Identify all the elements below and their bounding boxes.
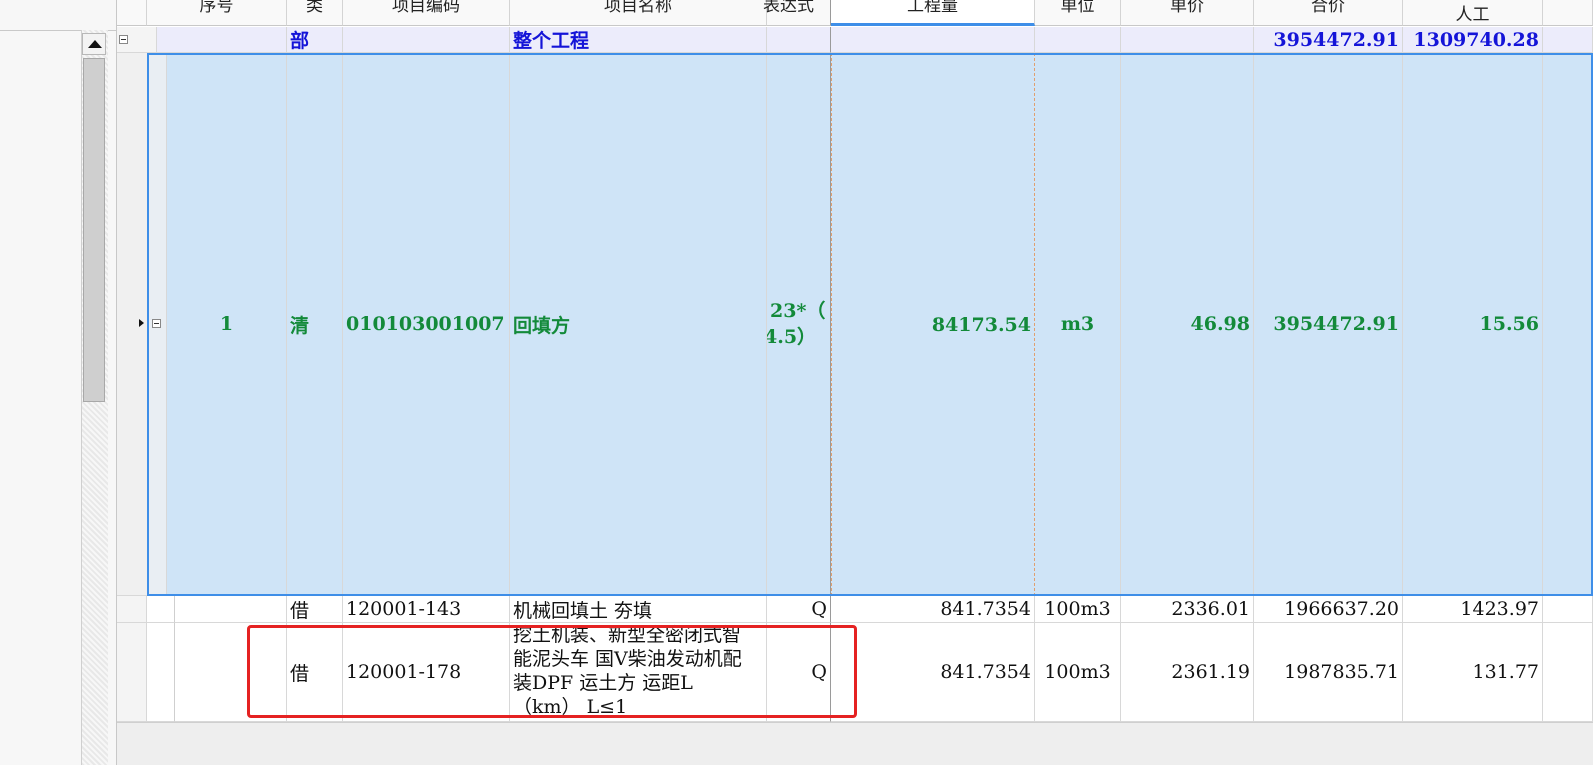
header-seq[interactable]: 序号 bbox=[147, 0, 287, 26]
table-row-sub1[interactable]: 借 120001-143 机械回填土 夯填 Q 841.7354 100m3 2… bbox=[117, 596, 1593, 623]
cell-name-text: 挖土机装、新型全密闭式智能泥头车 国Ⅴ柴油发动机配装DPF 运土方 运距L（km… bbox=[513, 624, 742, 718]
header-corner bbox=[117, 0, 147, 26]
header-labor-label: 人工 bbox=[1455, 5, 1490, 25]
header-expr-label: 表达式 bbox=[763, 0, 814, 16]
cell-seq bbox=[175, 623, 287, 722]
scroll-thumb[interactable] bbox=[83, 58, 105, 402]
left-scrollbar[interactable] bbox=[81, 30, 108, 765]
header-labor[interactable]: 人工 bbox=[1403, 0, 1543, 26]
cell-unit bbox=[1035, 27, 1121, 53]
cell-price: 2361.19 bbox=[1121, 623, 1254, 722]
table-row-section[interactable]: 部 整个工程 3954472.91 1309740.28 bbox=[117, 27, 1593, 53]
cell-qty[interactable]: 841.7354 bbox=[831, 596, 1035, 623]
header-qty-label: 工程量 bbox=[907, 0, 958, 16]
header-name[interactable]: 项目名称 bbox=[510, 0, 767, 26]
cell-seq bbox=[157, 27, 287, 53]
cell-name: 机械回填土 夯填 bbox=[510, 596, 767, 623]
cell-name: Zh 挖土机装、新型全密闭式智能泥头车 国Ⅴ柴油发动机配装DPF 运土方 运距L… bbox=[510, 623, 767, 722]
collapse-icon[interactable] bbox=[119, 35, 128, 44]
cell-type: 部 bbox=[287, 27, 343, 53]
cell-labor: 131.77 bbox=[1403, 623, 1543, 722]
cell-seq bbox=[175, 596, 287, 623]
header-total[interactable]: 合价 bbox=[1254, 0, 1403, 26]
row-indicator-cell[interactable] bbox=[117, 53, 147, 596]
row-toggle-cell[interactable] bbox=[117, 27, 157, 53]
scroll-up-arrow-icon[interactable] bbox=[82, 33, 106, 55]
grid-empty-area bbox=[117, 722, 1593, 765]
left-pane-header bbox=[0, 0, 116, 31]
header-qty[interactable]: 工程量 bbox=[831, 0, 1035, 26]
current-row-arrow-icon bbox=[139, 319, 144, 327]
row-toggle-cell[interactable] bbox=[147, 53, 167, 596]
header-unit-label: 单位 bbox=[1060, 0, 1095, 16]
cell-qty bbox=[831, 27, 1035, 53]
left-pane bbox=[0, 0, 117, 765]
cell-unit: 100m3 bbox=[1035, 623, 1121, 722]
cell-expr[interactable]: Q bbox=[767, 623, 831, 722]
header-seq-label: 序号 bbox=[199, 0, 234, 16]
header-total-label: 合价 bbox=[1311, 0, 1345, 16]
header-unit[interactable]: 单位 bbox=[1035, 0, 1121, 26]
cell-unit: m3 bbox=[1035, 53, 1121, 596]
header-code-label: 项目编码 bbox=[392, 0, 460, 16]
collapse-icon[interactable] bbox=[152, 319, 161, 328]
expr-line1: 23*（ bbox=[770, 300, 826, 322]
cell-type: 借 bbox=[287, 623, 343, 722]
row-indicator-cell[interactable] bbox=[117, 596, 147, 623]
cell-price: 46.98 bbox=[1121, 53, 1254, 596]
cell-code bbox=[343, 27, 510, 53]
header-code[interactable]: 项目编码 bbox=[343, 0, 510, 26]
cell-extra bbox=[1543, 596, 1593, 623]
cell-name: 回填方 bbox=[510, 53, 767, 596]
cell-total: 3954472.91 bbox=[1254, 53, 1403, 596]
cell-code: 120001-178 bbox=[343, 623, 510, 722]
cell-type: 清 bbox=[287, 53, 343, 596]
cell-labor: 1423.97 bbox=[1403, 596, 1543, 623]
cell-total: 1966637.20 bbox=[1254, 596, 1403, 623]
cell-labor: 15.56 bbox=[1403, 53, 1543, 596]
row-indicator-cell[interactable] bbox=[117, 623, 147, 722]
cell-price: 2336.01 bbox=[1121, 596, 1254, 623]
cell-code: 010103001007 bbox=[343, 53, 510, 596]
header-extra bbox=[1543, 0, 1593, 26]
header-type-label: 类 bbox=[306, 0, 323, 16]
cell-code: 120001-143 bbox=[343, 596, 510, 623]
cell-total: 3954472.91 bbox=[1254, 27, 1403, 53]
table-row-sub2[interactable]: 借 120001-178 Zh 挖土机装、新型全密闭式智能泥头车 国Ⅴ柴油发动机… bbox=[117, 623, 1593, 722]
cell-expr[interactable]: 23*（ 4.5） bbox=[767, 53, 831, 596]
header-expr[interactable]: 表达式 bbox=[763, 0, 831, 26]
quantity-grid: 序号 类 项目编码 项目名称 表达式 工程量 单位 单价 合价 人工 部 整个工… bbox=[117, 0, 1593, 765]
tree-guide bbox=[147, 623, 175, 722]
cell-qty[interactable]: 84173.54 bbox=[831, 53, 1035, 596]
cell-total: 1987835.71 bbox=[1254, 623, 1403, 722]
cell-unit: 100m3 bbox=[1035, 596, 1121, 623]
header-type[interactable]: 类 bbox=[287, 0, 343, 26]
cell-expr[interactable]: Q bbox=[767, 596, 831, 623]
cell-qty[interactable]: 841.7354 bbox=[831, 623, 1035, 722]
header-price-label: 单价 bbox=[1170, 0, 1204, 16]
header-name-label: 项目名称 bbox=[604, 0, 672, 16]
header-price[interactable]: 单价 bbox=[1121, 0, 1254, 26]
cell-type: 借 bbox=[287, 596, 343, 623]
cell-labor: 1309740.28 bbox=[1403, 27, 1543, 53]
cell-name: 整个工程 bbox=[510, 27, 767, 53]
cell-extra bbox=[1543, 623, 1593, 722]
cell-seq: 1 bbox=[167, 53, 287, 596]
table-row-item[interactable]: 1 清 010103001007 回填方 23*（ 4.5） 84173.54 … bbox=[117, 53, 1593, 596]
cell-extra bbox=[1543, 53, 1593, 596]
expr-line2: 4.5） bbox=[767, 326, 817, 348]
tree-guide bbox=[147, 596, 175, 623]
cell-price bbox=[1121, 27, 1254, 53]
cell-extra bbox=[1543, 27, 1593, 53]
cell-expr bbox=[767, 27, 831, 53]
